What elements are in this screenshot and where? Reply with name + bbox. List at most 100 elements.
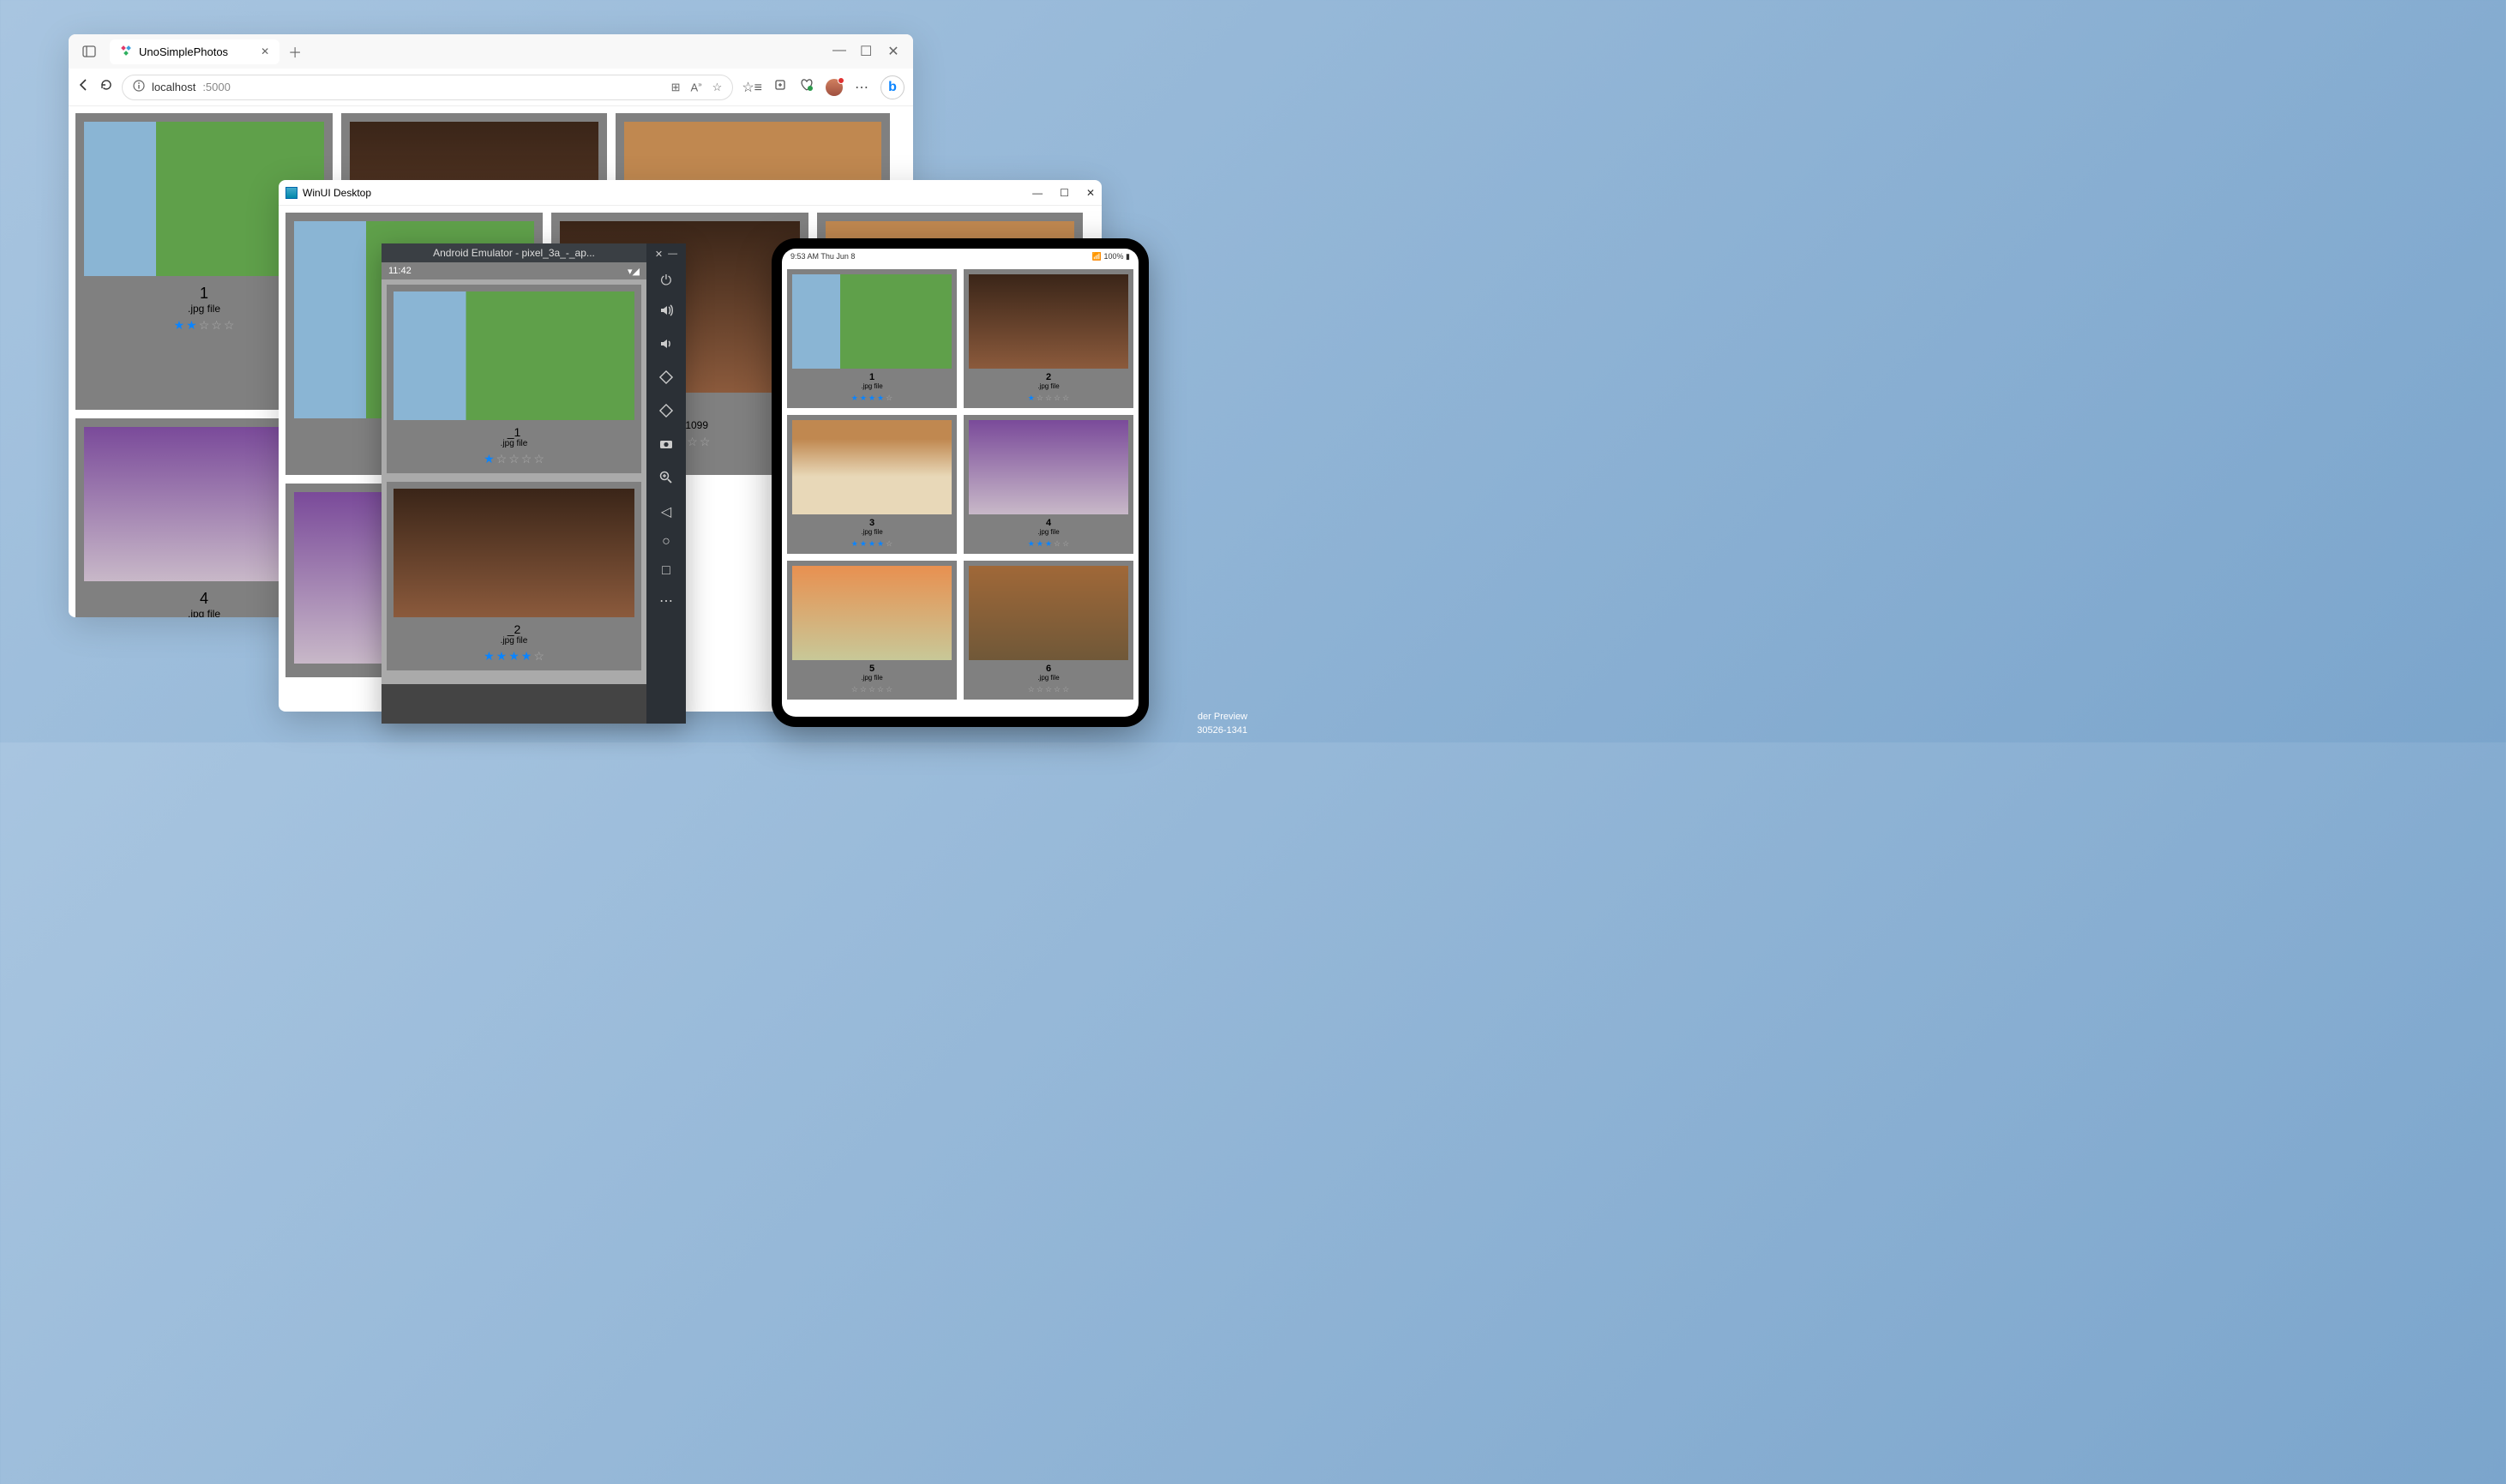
- favorites-bar-icon[interactable]: ☆≡: [742, 79, 762, 96]
- maximize-button[interactable]: ☐: [1060, 187, 1069, 199]
- address-bar[interactable]: localhost :5000 ⊞ A» ☆: [122, 75, 733, 100]
- ipad-grid: 1 .jpg file ★★★★☆ 2 .jpg file ★☆☆☆☆ 3 .j…: [787, 269, 1133, 700]
- browser-tab[interactable]: UnoSimplePhotos ✕: [110, 39, 279, 64]
- rating[interactable]: ☆☆☆☆☆: [969, 685, 1128, 694]
- photo-tile[interactable]: _2 .jpg file ★★★★☆: [387, 482, 641, 670]
- photo-title: 1: [792, 372, 952, 382]
- read-aloud-icon[interactable]: A»: [691, 81, 702, 94]
- volume-down-icon[interactable]: [658, 336, 674, 356]
- emu-close-button[interactable]: ✕: [655, 249, 663, 260]
- tab-title: UnoSimplePhotos: [139, 45, 228, 58]
- ipad-battery: 📶 100% ▮: [1092, 252, 1130, 261]
- photo-tile[interactable]: 2 .jpg file ★☆☆☆☆: [964, 269, 1133, 408]
- collections-icon[interactable]: [774, 78, 788, 96]
- photo-sub: .jpg file: [969, 382, 1128, 390]
- android-clock: 11:42: [388, 266, 412, 276]
- volume-up-icon[interactable]: [658, 303, 674, 322]
- photo-title: _1: [394, 425, 634, 439]
- minimize-button[interactable]: —: [832, 43, 844, 60]
- rating[interactable]: ★★★★☆: [394, 649, 634, 664]
- ipad-time: 9:53 AM Thu Jun 8: [790, 252, 855, 261]
- favorite-icon[interactable]: ☆: [712, 81, 723, 94]
- photo-tile[interactable]: 1 .jpg file ★★★★☆: [787, 269, 957, 408]
- home-nav-icon[interactable]: ○: [662, 534, 670, 550]
- photo-thumb: [792, 566, 952, 660]
- photo-title: 4: [969, 518, 1128, 528]
- insider-preview-watermark: der Preview 30526-1341: [1192, 709, 1253, 739]
- rating[interactable]: ★☆☆☆☆: [969, 394, 1128, 403]
- maximize-button[interactable]: ☐: [860, 43, 872, 60]
- bing-button[interactable]: b: [880, 75, 904, 99]
- browser-toolbar: localhost :5000 ⊞ A» ☆ ☆≡ ⋯ b: [69, 69, 913, 106]
- rotate-left-icon[interactable]: [658, 369, 674, 389]
- url-host: localhost: [152, 81, 195, 93]
- overview-nav-icon[interactable]: □: [662, 563, 670, 579]
- photo-sub: .jpg file: [394, 636, 634, 646]
- sidebar-toggle-icon[interactable]: [79, 41, 99, 62]
- photo-thumb: [792, 420, 952, 514]
- profile-avatar[interactable]: [826, 79, 843, 96]
- winui-title: WinUI Desktop: [303, 187, 371, 199]
- new-tab-button[interactable]: ＋: [288, 41, 302, 62]
- photo-title: 6: [969, 664, 1128, 674]
- android-status-icons: ▾◢: [628, 266, 640, 277]
- close-window-button[interactable]: ✕: [887, 43, 899, 60]
- winui-app-icon: [285, 187, 297, 199]
- photo-sub: .jpg file: [792, 528, 952, 536]
- photo-tile[interactable]: _1 .jpg file ★☆☆☆☆: [387, 285, 641, 473]
- close-window-button[interactable]: ✕: [1086, 187, 1095, 199]
- photo-title: 3: [792, 518, 952, 528]
- rating[interactable]: ★★★☆☆: [969, 539, 1128, 549]
- photo-sub: .jpg file: [792, 674, 952, 682]
- winui-titlebar: WinUI Desktop — ☐ ✕: [279, 180, 1102, 206]
- power-icon[interactable]: ⏻: [661, 273, 672, 289]
- photo-thumb: [969, 274, 1128, 369]
- rotate-right-icon[interactable]: [658, 403, 674, 423]
- photo-tile[interactable]: 5 .jpg file ☆☆☆☆☆: [787, 561, 957, 700]
- url-port: :5000: [202, 81, 231, 93]
- android-emu-sidebar: ✕ — ⏻ ◁ ○ □ ⋯: [646, 243, 686, 724]
- more-icon[interactable]: ⋯: [659, 592, 673, 610]
- tab-close-icon[interactable]: ✕: [261, 45, 269, 57]
- back-nav-icon[interactable]: ◁: [661, 503, 671, 520]
- uno-favicon-icon: [120, 45, 132, 59]
- ipad-statusbar: 9:53 AM Thu Jun 8 📶 100% ▮: [782, 249, 1139, 264]
- extensions-icon[interactable]: ⊞: [671, 81, 681, 94]
- refresh-button[interactable]: [99, 78, 113, 96]
- emu-minimize-button[interactable]: —: [668, 249, 677, 260]
- photo-sub: .jpg file: [792, 382, 952, 390]
- minimize-button[interactable]: —: [1032, 187, 1043, 199]
- zoom-icon[interactable]: [658, 470, 674, 490]
- photo-sub: .jpg file: [969, 528, 1128, 536]
- photo-sub: .jpg file: [969, 674, 1128, 682]
- photo-thumb: [394, 489, 634, 617]
- android-emulator: Android Emulator - pixel_3a_-_ap... 11:4…: [382, 243, 686, 724]
- photo-tile[interactable]: 6 .jpg file ☆☆☆☆☆: [964, 561, 1133, 700]
- camera-icon[interactable]: [658, 436, 674, 456]
- photo-thumb: [792, 274, 952, 369]
- browser-titlebar: UnoSimplePhotos ✕ ＋ — ☐ ✕: [69, 34, 913, 69]
- rating[interactable]: ★☆☆☆☆: [394, 452, 634, 466]
- photo-sub: .jpg file: [394, 439, 634, 448]
- photo-title: 5: [792, 664, 952, 674]
- menu-icon[interactable]: ⋯: [855, 79, 868, 96]
- site-info-icon[interactable]: [133, 80, 145, 94]
- rating[interactable]: ★★★★☆: [792, 394, 952, 403]
- android-device: Android Emulator - pixel_3a_-_ap... 11:4…: [382, 243, 646, 724]
- photo-thumb: [969, 420, 1128, 514]
- photo-tile[interactable]: 3 .jpg file ★★★★☆: [787, 415, 957, 554]
- android-statusbar: 11:42 ▾◢: [382, 262, 646, 279]
- ipad-device: 9:53 AM Thu Jun 8 📶 100% ▮ 1 .jpg file ★…: [772, 238, 1149, 727]
- rating[interactable]: ☆☆☆☆☆: [792, 685, 952, 694]
- rating[interactable]: ★★★★☆: [792, 539, 952, 549]
- heartbeat-icon[interactable]: [800, 78, 814, 96]
- photo-title: _2: [394, 622, 634, 636]
- android-content: _1 .jpg file ★☆☆☆☆ _2 .jpg file ★★★★☆: [382, 279, 646, 684]
- ipad-screen: 9:53 AM Thu Jun 8 📶 100% ▮ 1 .jpg file ★…: [782, 249, 1139, 717]
- photo-tile[interactable]: 4 .jpg file ★★★☆☆: [964, 415, 1133, 554]
- android-emu-title: Android Emulator - pixel_3a_-_ap...: [382, 243, 646, 262]
- ipad-content: 1 .jpg file ★★★★☆ 2 .jpg file ★☆☆☆☆ 3 .j…: [782, 264, 1139, 705]
- photo-thumb: [969, 566, 1128, 660]
- back-button[interactable]: [77, 78, 91, 96]
- photo-title: 2: [969, 372, 1128, 382]
